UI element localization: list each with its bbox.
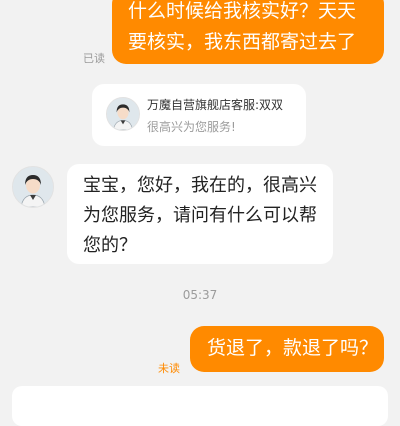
outgoing-message-bubble[interactable]: 什么时候给我核实好？天天要核实，我东西都寄过去了	[112, 0, 384, 64]
read-status: 已读	[83, 52, 105, 65]
incoming-message-bubble[interactable]: 宝宝，您好，我在的，很高兴为您服务，请问有什么可以帮您的？	[67, 164, 333, 264]
agent-info-card[interactable]: 万魔自营旗舰店客服:双双 很高兴为您服务!	[92, 84, 306, 146]
agent-avatar[interactable]	[106, 97, 140, 131]
message-text: 宝宝，您好，我在的，很高兴为您服务，请问有什么可以帮您的？	[83, 175, 317, 256]
agent-avatar-icon	[107, 98, 139, 130]
agent-greeting: 很高兴为您服务!	[147, 120, 236, 134]
unread-status: 未读	[158, 362, 180, 375]
timestamp: 05:37	[182, 288, 218, 302]
outgoing-message-bubble[interactable]: 货退了，款退了吗？	[190, 326, 384, 372]
agent-avatar-icon	[13, 167, 53, 207]
agent-name: 万魔自营旗舰店客服:双双	[147, 98, 284, 112]
message-text: 什么时候给我核实好？天天要核实，我东西都寄过去了	[128, 0, 357, 53]
message-card-partial[interactable]	[12, 386, 388, 426]
message-text: 货退了，款退了吗？	[207, 337, 379, 359]
agent-avatar[interactable]	[12, 166, 54, 208]
